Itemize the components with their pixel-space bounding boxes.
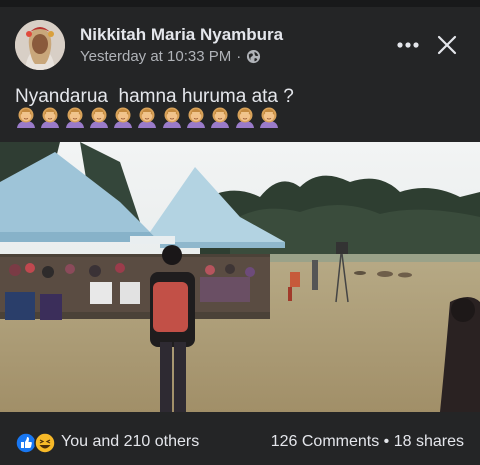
reactions-summary[interactable]: You and 210 others xyxy=(61,433,199,451)
woman-facepalming-emoji xyxy=(211,107,230,128)
more-dots-icon[interactable] xyxy=(395,32,421,58)
woman-facepalming-emoji xyxy=(114,107,133,128)
woman-facepalming-emoji xyxy=(41,107,60,128)
post-timestamp[interactable]: Yesterday at 10:33 PM xyxy=(80,48,231,65)
emoji-row xyxy=(15,106,280,128)
meta-separator: · xyxy=(236,48,242,65)
woman-facepalming-emoji xyxy=(187,107,206,128)
reaction-icons[interactable] xyxy=(15,432,57,454)
woman-facepalming-emoji xyxy=(17,107,35,128)
woman-facepalming-emoji xyxy=(138,107,157,128)
close-icon[interactable] xyxy=(436,34,458,56)
globe-icon xyxy=(246,49,261,64)
author-name[interactable]: Nikkitah Maria Nyambura xyxy=(80,25,283,45)
woman-facepalming-emoji xyxy=(65,107,84,128)
woman-facepalming-emoji xyxy=(259,107,278,128)
author-avatar[interactable] xyxy=(15,20,65,70)
stats-dot: • xyxy=(383,433,390,450)
post-meta: Yesterday at 10:33 PM · xyxy=(80,48,261,65)
top-strip xyxy=(0,0,480,7)
video-media[interactable] xyxy=(0,142,480,412)
post-stats: 126 Comments • 18 shares xyxy=(271,433,464,451)
woman-facepalming-emoji xyxy=(235,107,254,128)
comments-count[interactable]: 126 Comments xyxy=(271,433,380,450)
post-text: Nyandarua hamna huruma ata ? xyxy=(15,86,294,107)
woman-facepalming-emoji xyxy=(162,107,181,128)
shares-count[interactable]: 18 shares xyxy=(394,433,464,450)
haha-icon xyxy=(34,432,56,454)
woman-facepalming-emoji xyxy=(89,107,108,128)
